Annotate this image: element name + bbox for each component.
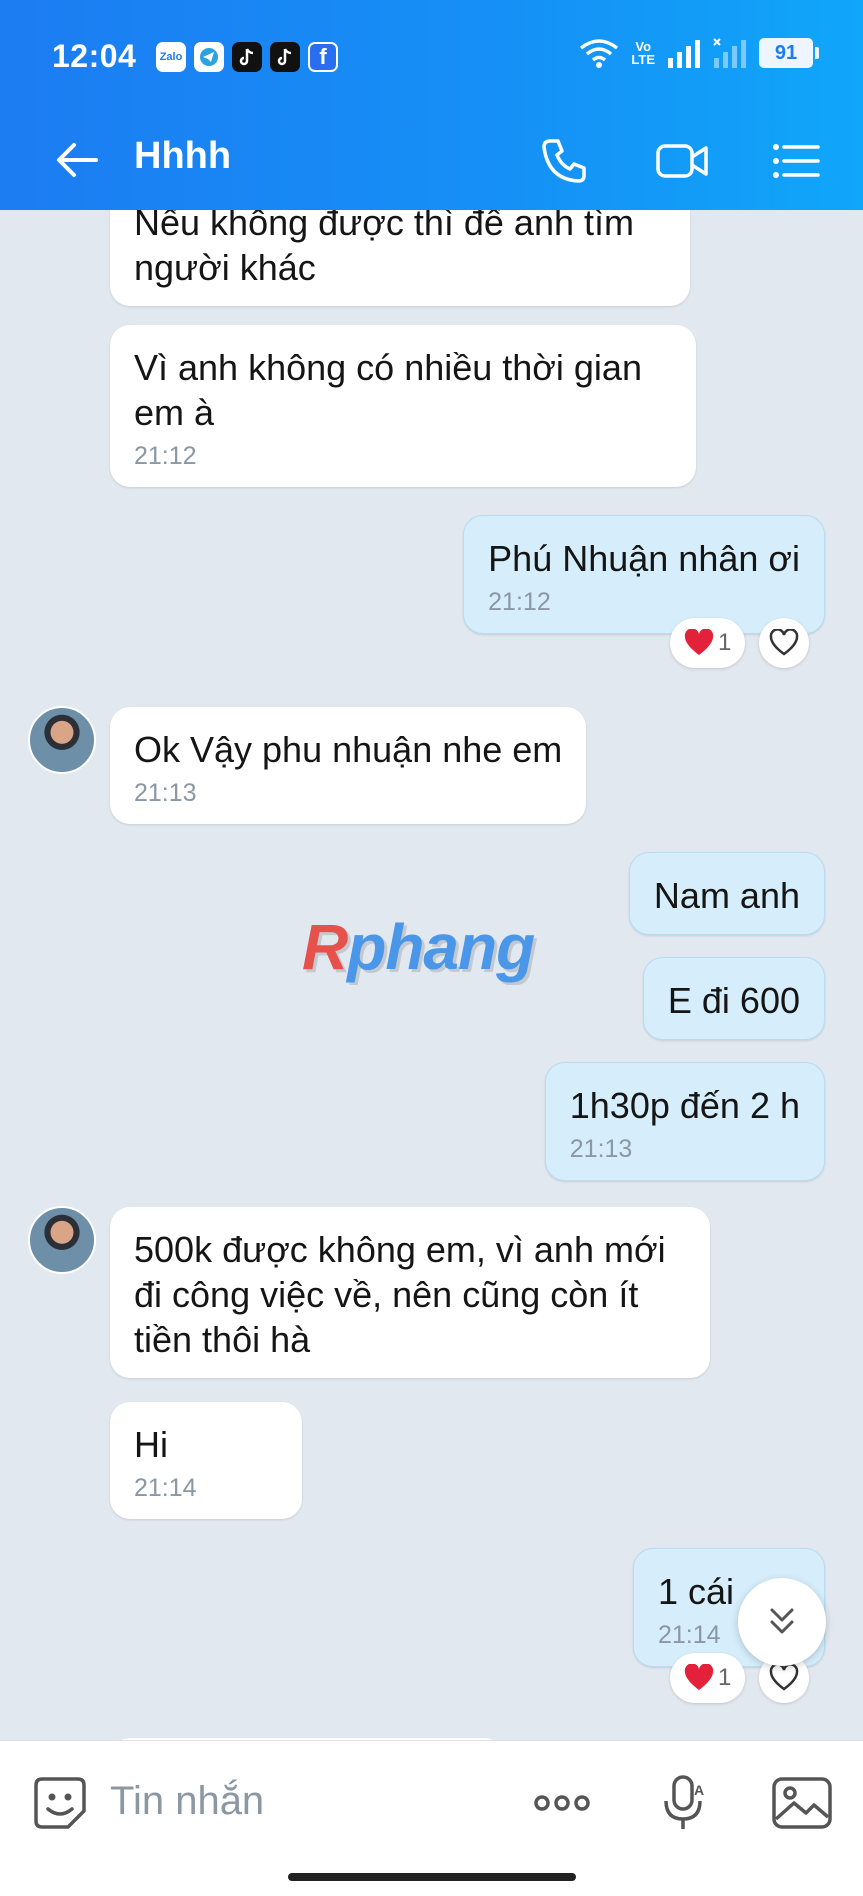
message-list[interactable]: Nếu không được thì để anh tìm người khác… (0, 210, 863, 1740)
message-text: 1 cái (658, 1571, 735, 1612)
image-gallery-icon[interactable] (770, 1771, 834, 1835)
svg-text:A: A (694, 1782, 704, 1798)
message-bubble-incoming[interactable]: Ok Vậy phu nhuận nhe em 21:13 (110, 707, 587, 824)
message-text: Vì anh không có nhiều thời gian em à (134, 347, 642, 433)
heart-outline-icon (770, 629, 799, 656)
facebook-icon: f (308, 42, 338, 72)
zalo-icon: Zalo (156, 42, 186, 72)
message-bubble-incoming[interactable]: Nếu không được thì để anh tìm người khác (110, 210, 690, 306)
back-arrow-icon[interactable] (52, 135, 102, 185)
message-text: Hi (134, 1424, 168, 1465)
voice-microphone-icon[interactable]: A (652, 1771, 716, 1835)
sticker-emoji-icon[interactable] (28, 1771, 92, 1835)
message-text: Phú Nhuận nhân ơi (488, 538, 800, 579)
message-bubble-incoming[interactable]: Hi 21:14 (110, 1402, 302, 1519)
heart-filled-icon (684, 1664, 714, 1690)
message-bubble-outgoing[interactable]: Nam anh (628, 852, 825, 935)
message-text: E đi 600 (667, 980, 800, 1021)
reaction-count-pill[interactable]: 1 (670, 618, 746, 668)
contact-avatar[interactable] (28, 1206, 96, 1274)
message-bubble-outgoing[interactable]: 1h30p đến 2 h 21:13 (544, 1062, 825, 1181)
message-text: Ok Vậy phu nhuận nhe em (134, 729, 563, 770)
message-reactions: 1 (670, 618, 810, 668)
reaction-count-pill[interactable]: 1 (670, 1653, 746, 1703)
battery-indicator: 91 (759, 38, 819, 68)
status-bar: 12:04 Zalo f Vo LTE 91 (0, 0, 863, 115)
double-chevron-down-icon (770, 1608, 794, 1634)
scroll-to-bottom-button[interactable] (738, 1578, 826, 1666)
message-text: Nam anh (653, 875, 800, 916)
heart-filled-icon (684, 629, 714, 655)
signal-no-service-icon (713, 38, 746, 68)
telegram-icon (194, 42, 224, 72)
reaction-count: 1 (718, 1664, 732, 1691)
tiktok-icon (270, 42, 300, 72)
home-indicator (288, 1873, 576, 1881)
message-input-bar: Tin nhắn A (0, 1740, 863, 1896)
reaction-count: 1 (718, 629, 732, 656)
message-time: 21:14 (134, 1474, 197, 1502)
tiktok-icon (232, 42, 262, 72)
message-text: 500k được không em, vì anh mới đi công v… (134, 1229, 666, 1360)
message-time: 21:13 (569, 1135, 633, 1163)
message-text: Nếu không được thì để anh tìm người khác (134, 210, 634, 288)
system-indicators: Vo LTE 91 (579, 38, 819, 68)
notification-icons: Zalo f (156, 42, 338, 72)
more-options-icon[interactable] (530, 1771, 594, 1835)
heart-outline-icon (770, 1664, 799, 1691)
message-bubble-incoming[interactable]: Vì anh không có nhiều thời gian em à 21:… (110, 325, 696, 487)
volte-indicator: Vo LTE (631, 39, 655, 67)
app-header: 12:04 Zalo f Vo LTE 91 Hhhh (0, 0, 863, 210)
message-bubble-incoming[interactable]: 500k được không em, vì anh mới đi công v… (110, 1207, 710, 1378)
message-bubble-outgoing[interactable]: E đi 600 (642, 957, 825, 1040)
signal-icon (668, 40, 700, 68)
message-input[interactable]: Tin nhắn (110, 1779, 264, 1824)
react-button[interactable] (759, 618, 810, 668)
message-text: 1h30p đến 2 h (569, 1085, 800, 1126)
message-time: 21:13 (134, 779, 197, 807)
message-time: 21:12 (134, 442, 197, 470)
message-time: 21:12 (488, 588, 551, 616)
video-call-icon[interactable] (654, 133, 710, 189)
menu-list-icon[interactable] (768, 133, 824, 189)
contact-avatar[interactable] (28, 706, 96, 774)
watermark-logo: Rphang (302, 911, 535, 983)
chat-title[interactable]: Hhhh (134, 135, 231, 178)
wifi-icon (580, 39, 619, 68)
status-time: 12:04 (52, 38, 137, 74)
message-bubble-outgoing[interactable]: Phú Nhuận nhân ơi 21:12 (463, 515, 825, 634)
phone-call-icon[interactable] (536, 133, 592, 189)
chat-navbar: Hhhh (0, 115, 863, 210)
